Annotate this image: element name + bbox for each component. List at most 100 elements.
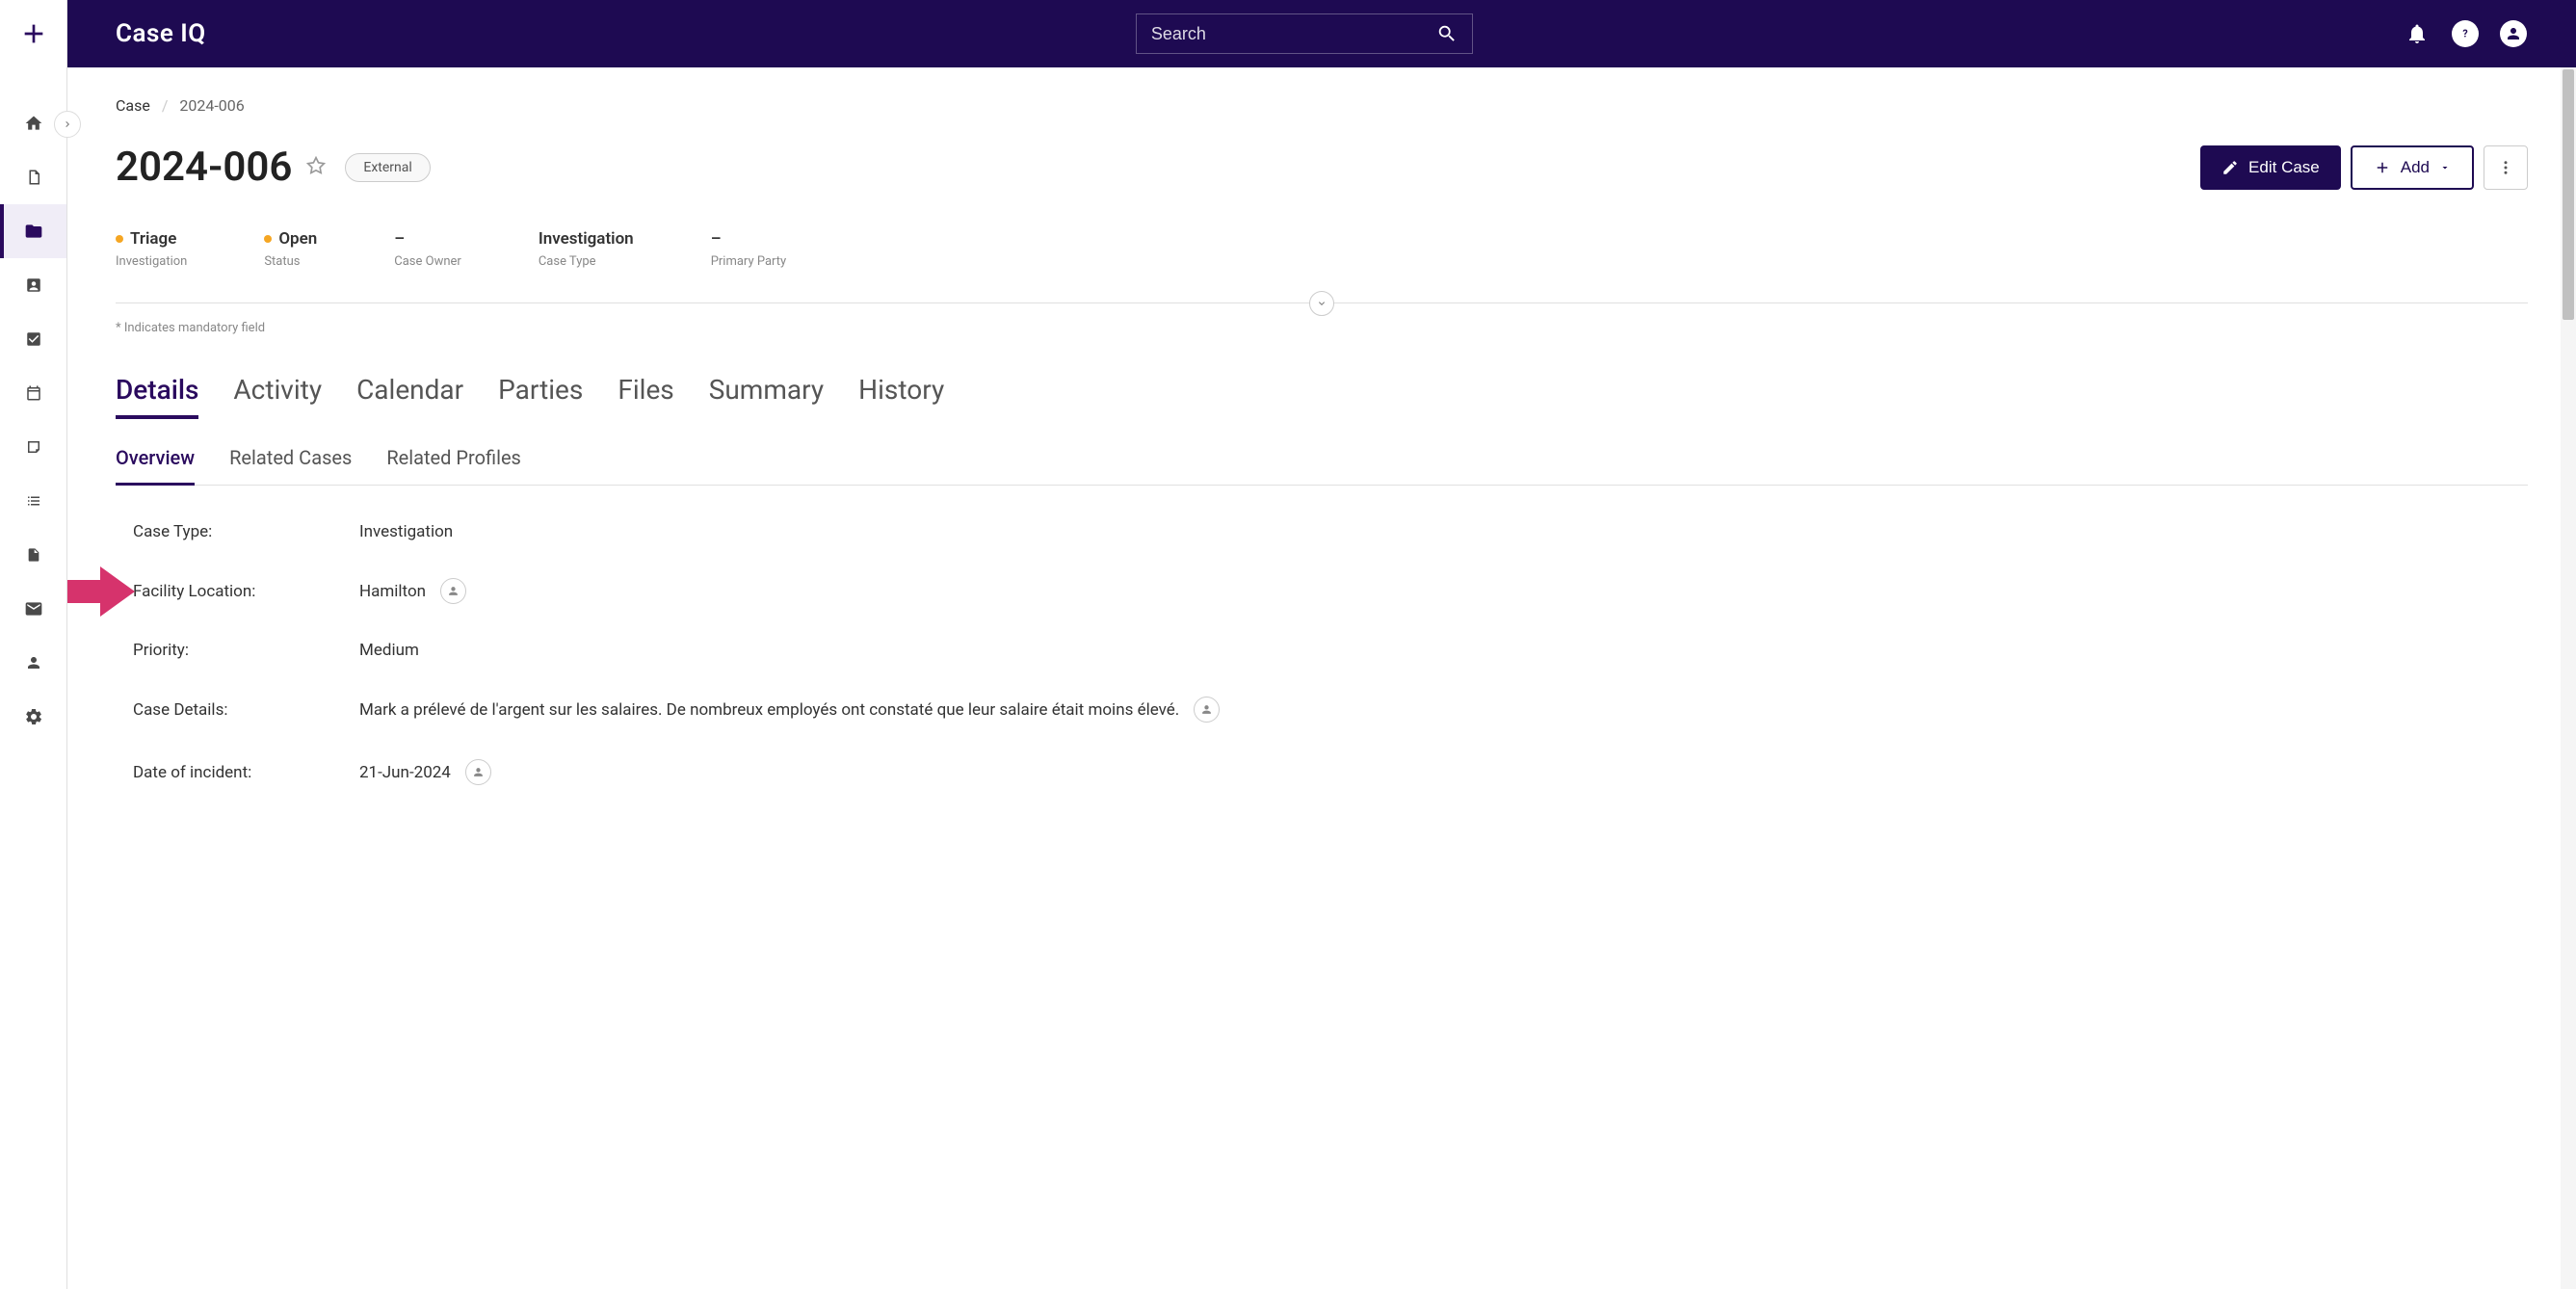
detail-value: Hamilton xyxy=(359,578,466,604)
person-chip[interactable] xyxy=(465,759,491,785)
sub-tab-overview[interactable]: Overview xyxy=(116,446,195,486)
detail-label: Priority: xyxy=(133,641,359,660)
status-dot-icon xyxy=(116,235,123,243)
detail-label: Date of incident: xyxy=(133,763,359,782)
status-case-type-value: Investigation xyxy=(539,229,634,249)
tab-history[interactable]: History xyxy=(858,374,944,419)
status-open: Open Status xyxy=(264,229,317,269)
tab-files[interactable]: Files xyxy=(618,374,673,419)
nav-mail[interactable] xyxy=(0,582,66,636)
favorite-button[interactable] xyxy=(306,156,326,179)
tab-parties[interactable]: Parties xyxy=(498,374,583,419)
caret-down-icon xyxy=(2439,162,2451,173)
star-icon xyxy=(306,156,326,175)
detail-row-case-type: Case Type: Investigation xyxy=(133,522,2528,541)
search-input[interactable] xyxy=(1151,24,1436,44)
status-case-type: Investigation Case Type xyxy=(539,229,634,269)
help-button[interactable]: ? xyxy=(2451,19,2480,48)
folder-icon xyxy=(24,222,43,241)
plus-icon xyxy=(2374,159,2391,176)
content: Case / 2024-006 2024-006 External Edit C… xyxy=(67,67,2576,1289)
sub-tabs: Overview Related Cases Related Profiles xyxy=(116,446,2528,486)
tab-details[interactable]: Details xyxy=(116,374,198,419)
sub-tab-related-cases[interactable]: Related Cases xyxy=(229,446,352,485)
user-icon xyxy=(447,585,460,597)
detail-value-text: Hamilton xyxy=(359,582,426,601)
mail-icon xyxy=(24,599,43,618)
status-dot-icon xyxy=(264,235,272,243)
breadcrumb: Case / 2024-006 xyxy=(116,96,2528,115)
breadcrumb-current: 2024-006 xyxy=(179,96,244,115)
nav-document[interactable] xyxy=(0,150,66,204)
person-chip[interactable] xyxy=(1194,697,1220,723)
chevron-down-icon xyxy=(1316,298,1327,309)
list-icon xyxy=(25,492,42,510)
nav-list[interactable] xyxy=(0,474,66,528)
edit-case-button[interactable]: Edit Case xyxy=(2200,145,2341,190)
notifications-button[interactable] xyxy=(2403,19,2431,48)
tab-calendar[interactable]: Calendar xyxy=(356,374,463,419)
mandatory-note: * Indicates mandatory field xyxy=(116,321,2528,335)
user-icon xyxy=(1200,703,1213,716)
detail-value: Medium xyxy=(359,641,419,660)
bell-icon xyxy=(2405,22,2429,45)
tab-summary[interactable]: Summary xyxy=(709,374,824,419)
nav-note[interactable] xyxy=(0,420,66,474)
status-case-type-label: Case Type xyxy=(539,254,634,269)
nav-settings[interactable] xyxy=(0,690,66,744)
status-triage-label: Investigation xyxy=(116,254,187,269)
tab-activity[interactable]: Activity xyxy=(233,374,322,419)
tabs: Details Activity Calendar Parties Files … xyxy=(116,374,2528,419)
nav-file[interactable] xyxy=(0,528,66,582)
status-owner-label: Case Owner xyxy=(394,254,461,269)
file-icon xyxy=(26,545,41,565)
detail-label: Case Details: xyxy=(133,700,359,720)
add-button[interactable]: Add xyxy=(2351,145,2474,190)
sidebar xyxy=(0,0,67,1289)
person-chip[interactable] xyxy=(440,578,466,604)
expand-toggle-button[interactable] xyxy=(1309,291,1334,316)
status-party: – Primary Party xyxy=(711,229,786,269)
more-vertical-icon xyxy=(2497,159,2514,176)
detail-value: 21-Jun-2024 xyxy=(359,759,491,785)
nav-user[interactable] xyxy=(0,636,66,690)
sidebar-nav xyxy=(0,67,66,744)
add-label: Add xyxy=(2401,158,2430,177)
detail-row-facility: Facility Location: Hamilton xyxy=(133,578,2528,604)
status-open-label: Status xyxy=(264,254,317,269)
chevron-right-icon xyxy=(62,118,73,130)
detail-value: Mark a prélevé de l'argent sur les salai… xyxy=(359,697,1220,723)
create-button[interactable] xyxy=(14,14,53,53)
status-owner: – Case Owner xyxy=(394,229,461,269)
nav-folder[interactable] xyxy=(0,204,66,258)
sub-tab-related-profiles[interactable]: Related Profiles xyxy=(386,446,521,485)
breadcrumb-separator: / xyxy=(162,96,169,115)
nav-calendar[interactable] xyxy=(0,366,66,420)
edit-case-label: Edit Case xyxy=(2248,158,2320,177)
external-badge: External xyxy=(345,153,430,182)
svg-text:?: ? xyxy=(2462,27,2467,39)
breadcrumb-root[interactable]: Case xyxy=(116,96,150,115)
status-owner-value: – xyxy=(394,229,405,249)
detail-value: Investigation xyxy=(359,522,453,541)
header: Case IQ ? xyxy=(67,0,2576,67)
more-actions-button[interactable] xyxy=(2484,145,2528,190)
detail-value-text: 21-Jun-2024 xyxy=(359,763,451,782)
nav-contact[interactable] xyxy=(0,258,66,312)
user-icon xyxy=(25,654,42,671)
checkbox-icon xyxy=(25,330,42,348)
case-header: 2024-006 External Edit Case Add xyxy=(116,144,2528,191)
status-open-value: Open xyxy=(278,229,317,249)
scrollbar-track[interactable] xyxy=(2561,67,2576,1289)
scrollbar-thumb[interactable] xyxy=(2563,69,2574,320)
search-box[interactable] xyxy=(1136,13,1473,54)
sidebar-expand-button[interactable] xyxy=(54,111,81,138)
account-button[interactable] xyxy=(2499,19,2528,48)
plus-icon xyxy=(18,18,49,49)
status-party-label: Primary Party xyxy=(711,254,786,269)
account-icon xyxy=(2505,25,2522,42)
home-icon xyxy=(24,114,43,133)
edit-icon xyxy=(2221,159,2239,176)
detail-label: Case Type: xyxy=(133,522,359,541)
nav-check[interactable] xyxy=(0,312,66,366)
